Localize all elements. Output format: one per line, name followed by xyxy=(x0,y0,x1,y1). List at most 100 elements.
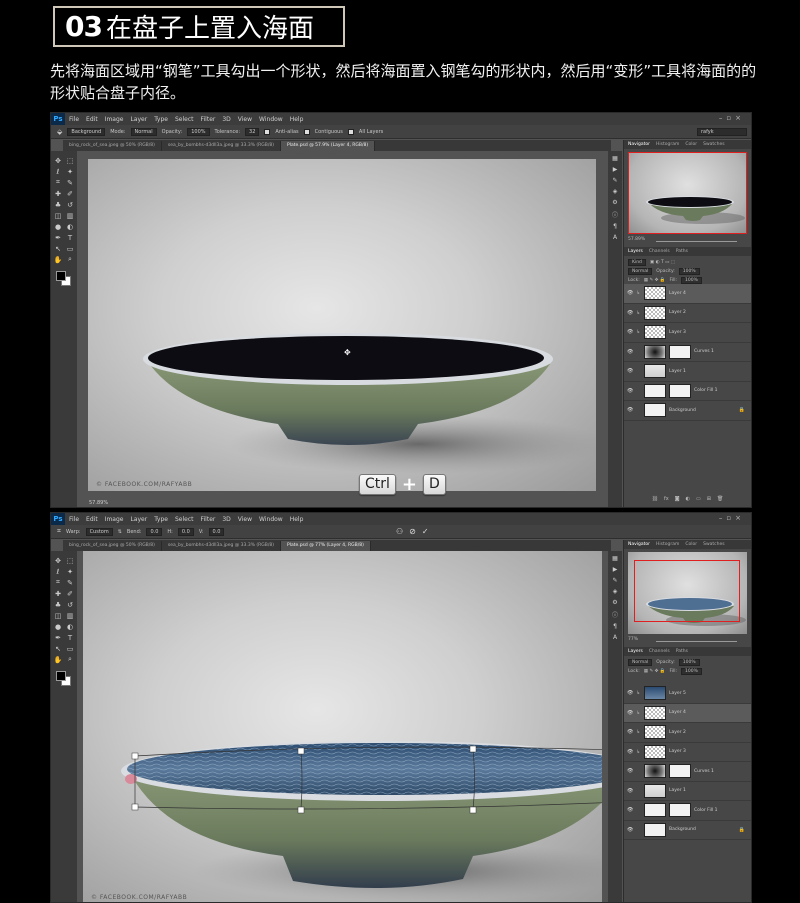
window-controls[interactable]: –▫× xyxy=(719,114,745,122)
menu-filter[interactable]: Filter xyxy=(201,516,216,523)
visibility-eye-icon[interactable]: 👁 xyxy=(627,368,633,374)
navigator-thumbnail[interactable] xyxy=(628,152,747,234)
paint-bucket-icon[interactable]: ⬙ xyxy=(57,128,62,136)
layer-row[interactable]: 👁 ↳ Layer 4 xyxy=(624,284,751,304)
hand-icon[interactable]: ✋ xyxy=(52,254,64,265)
layer-row[interactable]: 👁 ↳ Layer 3 xyxy=(624,323,751,343)
menu-help[interactable]: Help xyxy=(290,516,304,523)
layer-name[interactable]: Layer 2 xyxy=(669,730,751,735)
paragraph-icon[interactable]: ¶ xyxy=(613,223,617,230)
lasso-icon[interactable]: ℓ xyxy=(52,166,64,177)
layer-thumbnail[interactable] xyxy=(644,803,666,818)
blend-mode-select[interactable]: Normal xyxy=(628,267,653,275)
visibility-eye-icon[interactable]: 👁 xyxy=(627,310,633,316)
layer-thumbnail[interactable] xyxy=(644,705,666,720)
workspace-select[interactable]: rafyk xyxy=(697,128,747,136)
history-icon[interactable]: ▦ xyxy=(612,155,618,162)
menu-file[interactable]: File xyxy=(69,516,79,523)
doc-tab-1[interactable]: bing_rock_of_sea.jpeg @ 50% (RGB/8) xyxy=(63,541,162,551)
commit-transform-icon[interactable]: ✓ xyxy=(422,527,429,536)
layer-name[interactable]: Background xyxy=(669,408,736,413)
visibility-eye-icon[interactable]: 👁 xyxy=(627,329,633,335)
doc-tab-1[interactable]: bing_rock_of_sea.jpeg @ 50% (RGB/8) xyxy=(63,141,162,151)
layer-name[interactable]: Layer 2 xyxy=(669,310,751,315)
history-brush-icon[interactable]: ↺ xyxy=(64,599,76,610)
zoom-slider[interactable] xyxy=(656,641,737,642)
visibility-eye-icon[interactable]: 👁 xyxy=(627,788,633,794)
layer-name[interactable]: Layer 3 xyxy=(669,330,751,335)
navigator-view-frame[interactable] xyxy=(628,152,747,234)
zoom-icon[interactable]: ⌕ xyxy=(64,254,76,265)
group-icon[interactable]: ▭ xyxy=(696,496,701,505)
layer-thumbnail[interactable] xyxy=(644,764,666,779)
menu-window[interactable]: Window xyxy=(259,516,283,523)
layer-thumbnail[interactable] xyxy=(644,286,666,301)
stamp-icon[interactable]: ♣ xyxy=(52,599,64,610)
eraser-icon[interactable]: ◫ xyxy=(52,210,64,221)
contiguous-checkbox[interactable] xyxy=(303,128,310,135)
menu-image[interactable]: Image xyxy=(105,516,124,523)
tab-paths[interactable]: Paths xyxy=(676,249,688,254)
v-field[interactable]: 0.0 xyxy=(208,527,225,536)
color-swatches[interactable] xyxy=(52,665,76,687)
brush-preset-icon[interactable]: ✎ xyxy=(612,577,617,584)
tab-navigator[interactable]: Navigator xyxy=(628,142,650,147)
brush-icon[interactable]: ✐ xyxy=(64,588,76,599)
pen-icon[interactable]: ✒ xyxy=(52,632,64,643)
path-select-icon[interactable]: ↖ xyxy=(52,643,64,654)
layer-thumbnail[interactable] xyxy=(644,344,666,359)
play-icon[interactable]: ▶ xyxy=(613,566,618,573)
layer-row[interactable]: 👁 Layer 1 xyxy=(624,362,751,382)
blur-icon[interactable]: ● xyxy=(52,621,64,632)
layer-row[interactable]: 👁 Curves 1 xyxy=(624,343,751,362)
history-brush-icon[interactable]: ↺ xyxy=(64,199,76,210)
layer-row[interactable]: 👁 Layer 1 xyxy=(624,782,751,801)
layer-name[interactable]: Layer 1 xyxy=(669,788,751,793)
menu-select[interactable]: Select xyxy=(175,516,194,523)
hand-icon[interactable]: ✋ xyxy=(52,654,64,665)
brush-preset-icon[interactable]: ✎ xyxy=(612,177,617,184)
antialias-checkbox[interactable] xyxy=(264,128,271,135)
layer-name[interactable]: Curves 1 xyxy=(694,769,751,774)
warp-select[interactable]: Custom xyxy=(85,527,113,536)
tab-layers[interactable]: Layers xyxy=(628,649,643,654)
layer-row[interactable]: 👁 Background 🔒 xyxy=(624,401,751,421)
properties-icon[interactable]: ⚙ xyxy=(612,199,617,206)
eyedropper-icon[interactable]: ✎ xyxy=(64,577,76,588)
menu-layer[interactable]: Layer xyxy=(130,516,147,523)
mode-select[interactable]: Normal xyxy=(130,127,157,136)
visibility-eye-icon[interactable]: 👁 xyxy=(627,827,633,833)
menu-edit[interactable]: Edit xyxy=(86,116,98,123)
doc-tab-active[interactable]: Plate.psd @ 77% (Layer 4, RGB/8) xyxy=(281,541,371,551)
layer-thumbnail[interactable] xyxy=(644,725,666,740)
nav-zoom-value[interactable]: 77% xyxy=(628,637,638,642)
layer-thumbnail[interactable] xyxy=(644,364,666,379)
mask-icon[interactable]: ◙ xyxy=(675,496,680,505)
shape-icon[interactable]: ▭ xyxy=(64,643,76,654)
layer-name[interactable]: Layer 4 xyxy=(669,710,751,715)
layer-row[interactable]: 👁 ↳ Layer 2 xyxy=(624,723,751,743)
layer-thumbnail[interactable] xyxy=(644,305,666,320)
layer-mask-thumbnail[interactable] xyxy=(669,764,691,779)
warp-icon[interactable]: ⌗ xyxy=(57,527,61,536)
doc-tab-2[interactable]: sea_by_bombhs-d3dll3a.jpeg @ 33.3% (RGB/… xyxy=(162,541,282,551)
orientation-icon[interactable]: ⇅ xyxy=(118,529,122,535)
layer-mask-thumbnail[interactable] xyxy=(669,383,691,398)
menu-view[interactable]: View xyxy=(238,116,252,123)
tolerance-field[interactable]: 32 xyxy=(245,127,260,136)
tab-layers[interactable]: Layers xyxy=(628,249,643,254)
menu-image[interactable]: Image xyxy=(105,116,124,123)
layer-thumbnail[interactable] xyxy=(644,686,666,701)
navigator-thumbnail[interactable] xyxy=(628,552,747,634)
gradient-icon[interactable]: ▥ xyxy=(64,210,76,221)
layer-thumbnail[interactable] xyxy=(644,822,666,837)
move-icon[interactable]: ✥ xyxy=(52,555,64,566)
eraser-icon[interactable]: ◫ xyxy=(52,610,64,621)
tab-histogram[interactable]: Histogram xyxy=(656,142,679,147)
menu-type[interactable]: Type xyxy=(154,116,168,123)
layer-name[interactable]: Layer 1 xyxy=(669,369,751,374)
menu-window[interactable]: Window xyxy=(259,116,283,123)
menu-3d[interactable]: 3D xyxy=(222,516,230,523)
lock-icons[interactable]: ▦ ✎ ✥ 🔒 xyxy=(644,669,666,674)
layer-mask-thumbnail[interactable] xyxy=(669,344,691,359)
